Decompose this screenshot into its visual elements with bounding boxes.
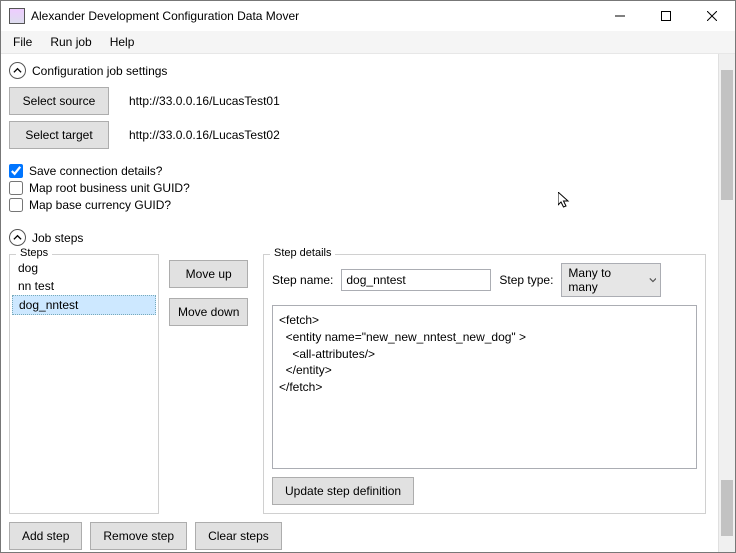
step-details-fieldset: Step details Step name: Step type: Many … (263, 254, 706, 514)
steps-fieldset: Steps dognn testdog_nntest (9, 254, 159, 514)
step-type-select[interactable]: Many to many (561, 263, 661, 297)
titlebar: Alexander Development Configuration Data… (1, 1, 735, 31)
map-base-currency-checkbox[interactable] (9, 198, 23, 212)
maximize-button[interactable] (643, 1, 689, 31)
save-connection-checkbox[interactable] (9, 164, 23, 178)
menu-help[interactable]: Help (102, 33, 143, 51)
config-section-header[interactable]: Configuration job settings (9, 62, 706, 79)
step-type-label: Step type: (499, 273, 553, 287)
app-icon (9, 8, 25, 24)
step-name-input[interactable] (341, 269, 491, 291)
save-connection-label[interactable]: Save connection details? (29, 164, 162, 178)
update-step-definition-button[interactable]: Update step definition (272, 477, 414, 505)
jobsteps-section-title: Job steps (32, 231, 83, 245)
steps-listbox[interactable]: dognn testdog_nntest (12, 259, 156, 511)
move-up-button[interactable]: Move up (169, 260, 248, 288)
scroll-thumb[interactable] (721, 480, 733, 536)
map-root-bu-label[interactable]: Map root business unit GUID? (29, 181, 190, 195)
target-url: http://33.0.0.16/LucasTest02 (129, 128, 280, 142)
menubar: File Run job Help (1, 31, 735, 54)
minimize-button[interactable] (597, 1, 643, 31)
jobsteps-section-header[interactable]: Job steps (9, 229, 706, 246)
map-root-bu-checkbox[interactable] (9, 181, 23, 195)
menu-file[interactable]: File (5, 33, 40, 51)
window-title: Alexander Development Configuration Data… (31, 9, 597, 23)
menu-run-job[interactable]: Run job (42, 33, 99, 51)
chevron-up-icon (9, 229, 26, 246)
select-target-button[interactable]: Select target (9, 121, 109, 149)
list-item[interactable]: dog (12, 259, 156, 277)
fetch-xml-textarea[interactable]: <fetch> <entity name="new_new_nntest_new… (272, 305, 697, 469)
clear-steps-button[interactable]: Clear steps (195, 522, 282, 550)
move-down-button[interactable]: Move down (169, 298, 248, 326)
remove-step-button[interactable]: Remove step (90, 522, 187, 550)
step-name-label: Step name: (272, 273, 333, 287)
chevron-down-icon (649, 276, 657, 284)
step-details-legend: Step details (270, 247, 335, 259)
add-step-button[interactable]: Add step (9, 522, 82, 550)
select-source-button[interactable]: Select source (9, 87, 109, 115)
cursor-icon (558, 192, 572, 210)
config-section-title: Configuration job settings (32, 64, 167, 78)
close-button[interactable] (689, 1, 735, 31)
list-item[interactable]: dog_nntest (12, 295, 156, 315)
source-url: http://33.0.0.16/LucasTest01 (129, 94, 280, 108)
list-item[interactable]: nn test (12, 277, 156, 295)
scroll-thumb[interactable] (721, 70, 733, 200)
chevron-up-icon (9, 62, 26, 79)
map-base-currency-label[interactable]: Map base currency GUID? (29, 198, 171, 212)
steps-legend: Steps (16, 247, 52, 259)
step-type-value: Many to many (568, 266, 642, 294)
window-controls (597, 1, 735, 31)
vertical-scrollbar[interactable] (718, 54, 735, 552)
